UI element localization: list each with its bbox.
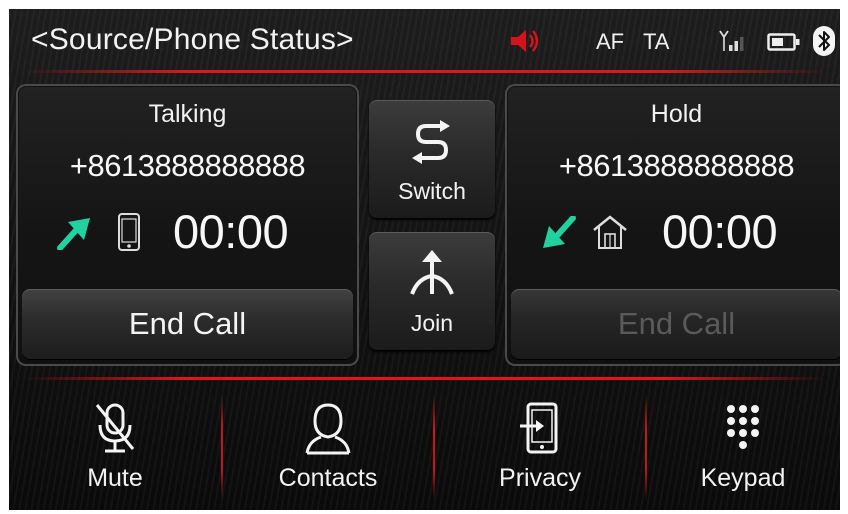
home-icon bbox=[593, 215, 627, 249]
held-call-panel: Hold +8613888888888 00:00 End Call bbox=[505, 84, 840, 366]
mute-label: Mute bbox=[87, 464, 143, 492]
keypad-button[interactable]: Keypad bbox=[646, 387, 840, 510]
keypad-icon bbox=[727, 405, 759, 449]
header-bar: <Source/Phone Status> AF TA bbox=[9, 9, 840, 71]
contacts-icon bbox=[305, 403, 351, 455]
incoming-arrow-icon bbox=[543, 216, 576, 248]
af-indicator: AF bbox=[596, 29, 625, 54]
battery-icon bbox=[767, 33, 800, 51]
speaker-icon bbox=[511, 30, 539, 52]
call-number: +8613888888888 bbox=[69, 148, 306, 183]
phone-status-screen: <Source/Phone Status> AF TA Talking +861… bbox=[9, 9, 840, 510]
call-duration: 00:00 bbox=[662, 205, 778, 258]
join-label: Join bbox=[410, 310, 454, 336]
switch-icon bbox=[412, 120, 450, 164]
privacy-icon bbox=[520, 402, 558, 454]
switch-label: Switch bbox=[398, 178, 466, 204]
header-divider bbox=[27, 70, 822, 73]
call-status-label: Talking bbox=[148, 100, 227, 128]
mute-microphone-icon bbox=[95, 403, 135, 453]
join-icon bbox=[410, 250, 454, 295]
switch-button[interactable]: Switch bbox=[369, 100, 495, 218]
call-number: +8613888888888 bbox=[558, 148, 795, 183]
contacts-button[interactable]: Contacts bbox=[222, 387, 434, 510]
end-call-button[interactable]: End Call bbox=[22, 289, 353, 359]
signal-icon bbox=[719, 30, 744, 51]
join-button[interactable]: Join bbox=[369, 232, 495, 350]
call-status-label: Hold bbox=[650, 100, 703, 128]
privacy-button[interactable]: Privacy bbox=[434, 387, 646, 510]
keypad-label: Keypad bbox=[700, 464, 786, 492]
call-duration: 00:00 bbox=[173, 205, 289, 258]
active-call-panel: Talking +8613888888888 00:00 End Call bbox=[16, 84, 359, 366]
contacts-label: Contacts bbox=[278, 464, 378, 492]
bluetooth-icon bbox=[813, 26, 835, 56]
ta-indicator: TA bbox=[643, 29, 670, 54]
mobile-phone-icon bbox=[118, 213, 140, 251]
mute-button[interactable]: Mute bbox=[9, 387, 221, 510]
bottom-bar-divider bbox=[27, 377, 822, 380]
end-call-button-disabled: End Call bbox=[511, 289, 840, 359]
bottom-bar: Mute Contacts Privacy Keypad bbox=[9, 387, 840, 510]
privacy-label: Privacy bbox=[499, 464, 581, 492]
page-title[interactable]: <Source/Phone Status> bbox=[31, 23, 354, 57]
outgoing-arrow-icon bbox=[57, 218, 90, 250]
